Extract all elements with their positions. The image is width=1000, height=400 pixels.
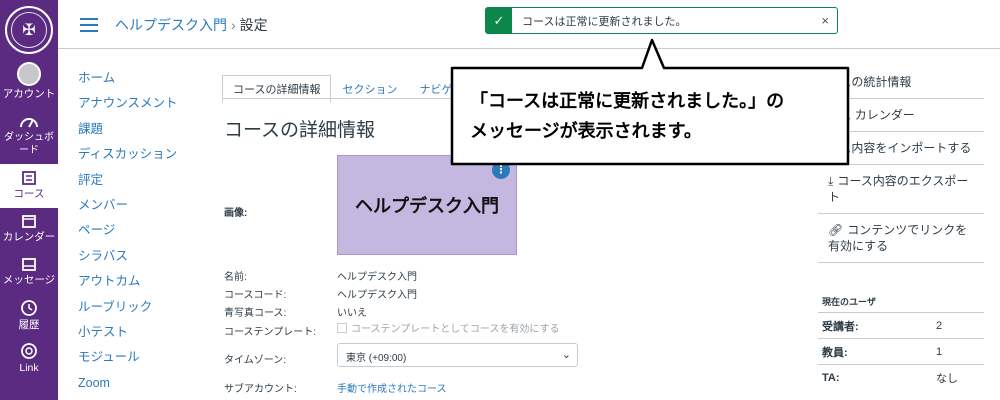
callout-text: 「コースは正常に更新されました。」の メッセージが表示されます。 (470, 86, 840, 146)
callout-bubble (450, 38, 850, 166)
callout-line-1: 「コースは正常に更新されました。」の (470, 91, 785, 111)
callout-line-2: メッセージが表示されます。 (470, 121, 702, 141)
